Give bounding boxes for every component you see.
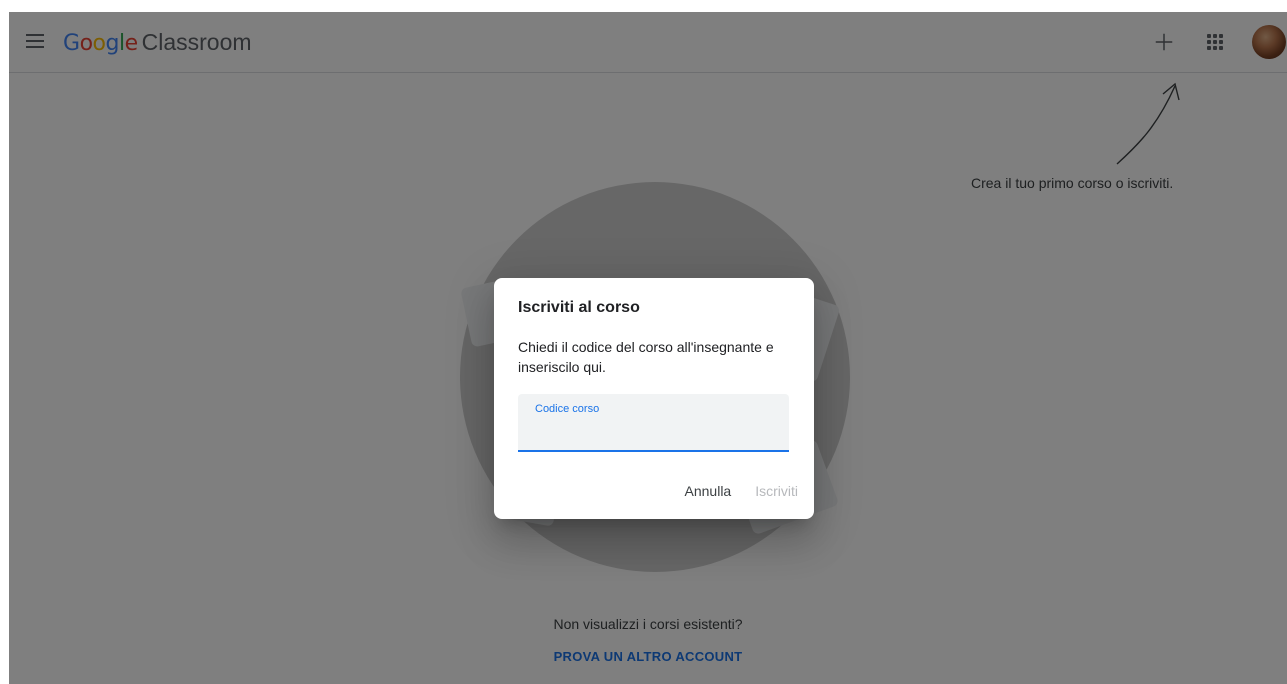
class-code-input[interactable] bbox=[534, 420, 774, 444]
dialog-description: Chiedi il codice del corso all'insegnant… bbox=[518, 339, 774, 375]
class-code-field[interactable]: Codice corso bbox=[518, 394, 789, 452]
join-class-dialog: Iscriviti al corso Chiedi il codice del … bbox=[494, 278, 814, 519]
dialog-title: Iscriviti al corso bbox=[518, 299, 640, 316]
class-code-label: Codice corso bbox=[535, 403, 600, 415]
cancel-button[interactable]: Annulla bbox=[685, 483, 732, 499]
dialog-actions: Annulla Iscriviti bbox=[685, 481, 798, 501]
join-button[interactable]: Iscriviti bbox=[755, 483, 798, 499]
classroom-app: Google Classroom Crea il tuo primo corso… bbox=[9, 12, 1287, 684]
